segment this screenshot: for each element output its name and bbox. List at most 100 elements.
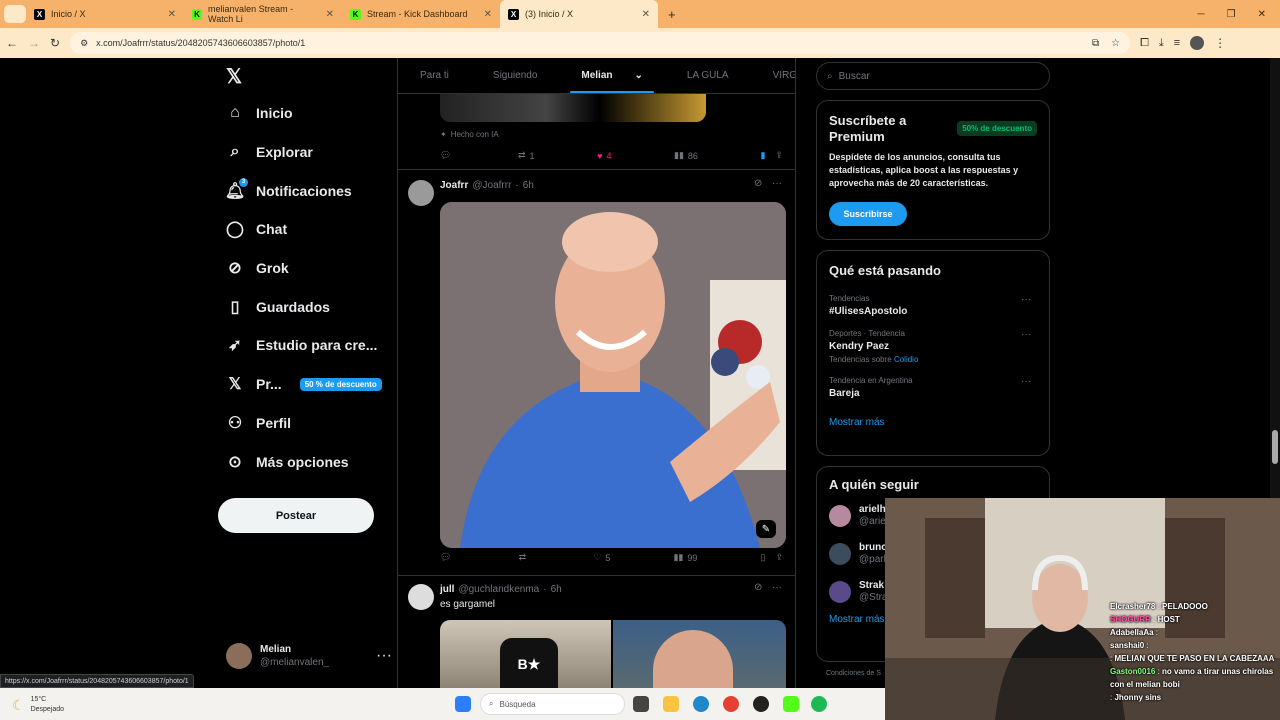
taskbar-search[interactable]: ⌕ Búsqueda [480,693,625,715]
extensions-icon[interactable]: ⧠ [1140,37,1149,50]
kick-icon[interactable] [783,696,799,712]
start-icon[interactable] [455,696,471,712]
tweet-time[interactable]: 6h [523,180,534,191]
chrome-icon[interactable] [723,696,739,712]
trend-item[interactable]: Tendencia en Argentina Bareja ··· [829,376,1037,399]
avatar[interactable] [408,584,434,610]
tweet-photo[interactable]: B★ [440,620,611,688]
sidebar-item-search[interactable]: ⌕ Explorar [218,133,396,172]
feed-tab[interactable]: LA GULA [665,58,751,93]
views-button[interactable]: ▮▮ 99 [673,552,697,563]
like-button[interactable]: ♥ 4 [597,151,611,161]
sidebar-item-person[interactable]: ⚇ Perfil [218,404,396,443]
grok-icon[interactable]: ⊘ [754,582,762,593]
account-switcher[interactable]: Melian @melianvalen_ ··· [226,643,392,669]
close-icon[interactable]: ✕ [326,9,334,20]
trend-related-link[interactable]: Colidio [894,355,918,364]
tweet-previous[interactable]: ✦ Hecho con IA 💬︎ ⇄ 1 ♥ 4 ▮▮ 86 ▮ ⇪ [398,94,795,170]
back-icon[interactable]: ← [6,36,18,50]
browser-tab-3[interactable]: K Stream - Kick Dashboard ✕ [342,0,500,28]
more-icon[interactable]: ··· [376,647,392,665]
tweet-joafrr[interactable]: Joafrr @Joafrrr · 6h ⊘ ··· ✎ 💬︎ ⇄ ♡ 5 ▮▮… [398,170,795,576]
tab-search-icon[interactable]: ⌄ [4,5,26,23]
reply-button[interactable]: 💬︎ [440,150,455,161]
window-close-icon[interactable]: ✕ [1258,9,1266,20]
new-tab-button[interactable]: + [668,7,676,22]
sidebar-item-bell[interactable]: 🔔︎ 3 Notificaciones [218,171,396,210]
sidebar-item-chat[interactable]: ◯ Chat [218,210,396,249]
more-icon[interactable]: ··· [1021,294,1031,305]
tweet-jull[interactable]: jull @guchlandkenma · 6h ⊘ ··· es gargam… [398,576,795,688]
x-logo-icon[interactable]: 𝕏 [218,58,396,94]
close-icon[interactable]: ✕ [484,9,492,20]
edit-image-icon[interactable]: ✎ [756,520,776,538]
address-bar[interactable]: ⚙ x.com/Joafrrr/status/20482057436066038… [70,32,1131,54]
task-view-icon[interactable] [633,696,649,712]
spotify-icon[interactable] [811,696,827,712]
media-icon[interactable]: ≡ [1174,37,1180,49]
forward-icon[interactable]: → [28,36,40,50]
tweet-media[interactable] [440,94,706,122]
author-handle[interactable]: @guchlandkenma [458,584,539,595]
menu-icon[interactable]: ⋮ [1214,36,1226,50]
trend-item[interactable]: Deportes · Tendencia Kendry Paez Tendenc… [829,329,1037,364]
sidebar-item-grok[interactable]: ⊘ Grok [218,249,396,288]
share-icon[interactable]: ⇪ [775,150,783,161]
reply-button[interactable]: 💬︎ [440,552,455,563]
search-input[interactable]: ⌕ Buscar [816,62,1050,90]
share-icon[interactable]: ⇪ [775,552,783,563]
tweet-photo[interactable] [613,620,786,688]
avatar[interactable] [408,180,434,206]
weather-widget[interactable]: ☾ 15°C Despejado [12,695,64,715]
sidebar-item-x-premium[interactable]: 𝕏 Pr... 50 % de descuento [218,365,396,404]
reload-icon[interactable]: ↻ [50,36,60,50]
grok-icon[interactable]: ⊘ [754,178,762,189]
more-icon[interactable]: ··· [772,178,782,189]
feed-tab[interactable]: Siguiendo [471,58,559,93]
edge-icon[interactable] [693,696,709,712]
file-explorer-icon[interactable] [663,696,679,712]
sidebar-item-bookmark[interactable]: ▯ Guardados [218,287,396,326]
feed-tab[interactable]: Para ti [398,58,471,93]
more-icon[interactable]: ··· [772,582,782,593]
feed-tab[interactable]: VIRGIN ZONE [751,58,795,93]
minimize-icon[interactable]: ─ [1198,9,1205,20]
sidebar-item-home[interactable]: ⌂ Inicio [218,94,396,133]
trend-item[interactable]: Tendencias #UlisesApostolo ··· [829,294,1037,317]
bookmark-icon[interactable]: ▯ [761,552,766,563]
views-button[interactable]: ▮▮ 86 [674,150,698,161]
photo-illustration [440,202,786,548]
author-name[interactable]: Joafrr [440,180,468,191]
close-icon[interactable]: ✕ [642,9,650,20]
author-name[interactable]: jull [440,584,454,595]
repost-button[interactable]: ⇄ [519,552,531,563]
site-info-icon[interactable]: ⚙ [80,38,88,49]
like-button[interactable]: ♡ 5 [593,552,610,563]
repost-button[interactable]: ⇄ 1 [518,150,535,161]
author-handle[interactable]: @Joafrrr [472,180,511,191]
sidebar-item-rocket[interactable]: ➶ Estudio para cre... [218,326,396,365]
scrollbar-thumb[interactable] [1272,430,1278,464]
download-icon[interactable]: ⤓ [1159,37,1164,50]
feed-tab[interactable]: Melian ⌄ [559,58,665,93]
profile-avatar[interactable] [1190,36,1205,50]
obs-icon[interactable] [753,696,769,712]
post-button[interactable]: Postear [218,498,374,533]
subscribe-button[interactable]: Suscribirse [829,202,907,226]
restore-icon[interactable]: ❐ [1227,9,1236,20]
show-more-link[interactable]: Mostrar más [829,417,1037,428]
browser-tab-2[interactable]: K melianvalen Stream - Watch Li ✕ [184,0,342,28]
tweet-photo[interactable]: ✎ [440,202,786,548]
more-icon[interactable]: ··· [1021,376,1031,387]
browser-tab-4-active[interactable]: X (3) Inicio / X ✕ [500,0,658,28]
tweet-time[interactable]: 6h [551,584,562,595]
close-icon[interactable]: ✕ [168,9,176,20]
more-icon[interactable]: ··· [1021,329,1031,340]
browser-tab-1[interactable]: X Inicio / X ✕ [26,0,184,28]
premium-discount-badge[interactable]: 50 % de descuento [299,377,382,391]
chevron-down-icon[interactable]: ⌄ [624,58,654,93]
star-icon[interactable]: ☆ [1111,38,1120,49]
bookmark-icon[interactable]: ▮ [760,150,765,161]
sidebar-item-more[interactable]: ⊙ Más opciones [218,442,396,481]
install-app-icon[interactable]: ⧉ [1092,38,1099,49]
